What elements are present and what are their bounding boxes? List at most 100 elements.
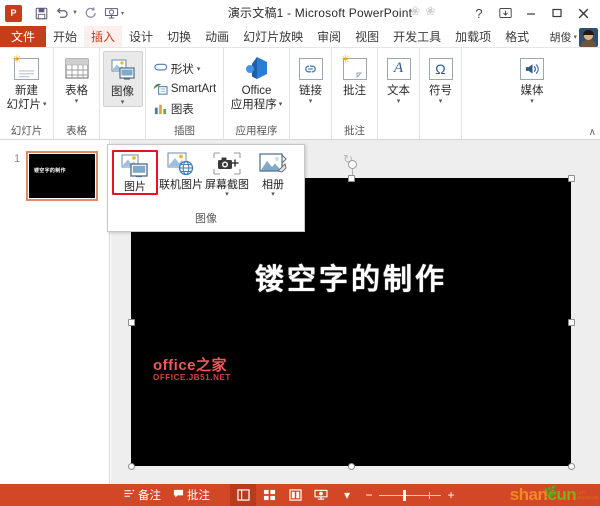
shapes-label: 形状 [170,64,194,76]
slide-thumbnail-1[interactable]: 镂空字的制作 [26,151,98,201]
resize-handle-w[interactable] [127,318,135,326]
tab-addins[interactable]: 加载项 [448,26,498,47]
ribbon-display-options-button[interactable] [492,1,518,25]
tab-design[interactable]: 设计 [122,26,160,47]
shancun-logo: 🌿 shancun 山村 SHANCUN [510,484,598,506]
new-slide-caret-icon[interactable]: ▾ [43,101,47,108]
window-controls: ? [466,0,596,26]
resize-handle-ne[interactable] [567,174,575,182]
resize-handle-sw[interactable] [127,462,135,470]
resize-handle-se[interactable] [567,462,575,470]
ribbon-group-tables: 表格 ▾ 表格 [54,48,100,139]
user-name-label: 胡俊 [549,32,572,44]
images-label: 图像 [111,86,134,98]
resize-handle-s[interactable] [347,462,355,470]
tab-home[interactable]: 开始 [46,26,84,47]
shapes-button[interactable]: 形状 ▾ [151,59,203,79]
ribbon: ☀ 新建 幻灯片 ▾ 幻灯片 表格 ▾ 表格 图像 ▾ 形状 ▾ SmartAr… [0,48,600,140]
screenshot-camera-icon [210,150,244,178]
user-account-area[interactable]: 胡俊 ▾ [549,26,598,48]
tab-view[interactable]: 视图 [348,26,386,47]
resize-handle-e[interactable] [567,318,575,326]
zoom-out-button[interactable]: − [364,488,374,502]
tab-review[interactable]: 审阅 [310,26,348,47]
comment-icon: ☀ [339,53,371,84]
group-label-comments: 批注 [344,125,365,137]
menu-item-picture[interactable]: 图片 [112,150,158,195]
ribbon-group-slides: ☀ 新建 幻灯片 ▾ 幻灯片 [0,48,54,139]
menu-item-online-picture[interactable]: 联机图片 [158,150,204,191]
table-caret-icon[interactable]: ▾ [75,98,79,105]
thumbnail-canvas: 镂空字的制作 [29,154,95,198]
brand-tiny-text: 山村 SHANCUN [577,490,598,500]
photo-album-caret-icon[interactable]: ▾ [271,191,275,198]
rotation-handle[interactable] [348,160,357,169]
zoom-slider[interactable] [379,489,441,501]
tab-animations[interactable]: 动画 [198,26,236,47]
chart-icon [154,104,166,115]
resize-handle-n[interactable] [347,174,355,182]
office-apps-label-1: Office [241,85,272,97]
maximize-button[interactable] [544,1,570,25]
avatar[interactable] [579,27,598,47]
comment-label: 批注 [343,85,366,97]
new-slide-button[interactable]: ☀ 新建 幻灯片 ▾ [1,51,53,111]
comments-button[interactable]: 批注 [167,484,216,506]
more-views-caret-icon[interactable]: ▾ [334,484,360,506]
reading-view-button[interactable] [282,484,308,506]
tab-format[interactable]: 格式 [498,26,536,47]
office-apps-button[interactable]: Office 应用程序 ▾ [226,51,288,111]
menu-item-screenshot-label: 屏幕截图 [205,179,249,191]
shapes-caret-icon[interactable]: ▾ [197,66,201,73]
close-button[interactable] [570,1,596,25]
title-bar: P ▼ ▾ ❀ ❀ 演示文稿1 - Microsoft PowerPoint ? [0,0,600,26]
collapse-ribbon-icon[interactable]: ∧ [589,127,596,138]
text-button[interactable]: A 文本 ▾ [380,51,418,105]
notes-button[interactable]: 备注 [118,484,167,506]
watermark: office之家 OFFICE.JB51.NET [153,358,231,382]
media-caret-icon[interactable]: ▾ [530,98,534,105]
ribbon-group-illustrations: 形状 ▾ SmartArt 图表 插图 [146,48,224,139]
tab-slideshow[interactable]: 幻灯片放映 [236,26,310,47]
table-button[interactable]: 表格 ▾ [56,51,98,105]
omega-icon: Ω [425,53,457,84]
brand-text-a: shan [509,484,548,504]
tab-transitions[interactable]: 切换 [160,26,198,47]
symbol-caret-icon[interactable]: ▾ [439,98,443,105]
smartart-icon [153,83,168,95]
help-button[interactable]: ? [466,1,492,25]
chart-button[interactable]: 图表 [151,99,196,119]
zoom-slider-thumb[interactable] [403,489,406,501]
screenshot-caret-icon[interactable]: ▾ [225,191,229,198]
slideshow-view-button[interactable] [308,484,334,506]
zoom-in-button[interactable]: + [446,488,456,502]
link-caret-icon[interactable]: ▾ [309,98,313,105]
group-label-slides: 幻灯片 [10,125,43,137]
ribbon-group-links: 链接 ▾ [290,48,332,139]
media-button[interactable]: 媒体 ▾ [513,51,551,105]
slide-sorter-view-button[interactable] [256,484,282,506]
normal-view-button[interactable] [230,484,256,506]
smartart-button[interactable]: SmartArt [151,79,218,99]
image-dropdown-menu: 图片 联机图片 屏幕截图 ▾ 相册 ▾ 图像 [107,144,305,232]
menu-item-screenshot[interactable]: 屏幕截图 ▾ [204,150,250,198]
comment-button[interactable]: ☀ 批注 [334,51,376,98]
text-caret-icon[interactable]: ▾ [397,98,401,105]
minimize-button[interactable] [518,1,544,25]
tab-insert[interactable]: 插入 [84,26,123,47]
link-label: 链接 [299,85,322,97]
symbol-button[interactable]: Ω 符号 ▾ [422,51,460,105]
menu-item-picture-label: 图片 [124,181,146,193]
images-button[interactable]: 图像 ▾ [102,51,143,107]
office-apps-caret-icon[interactable]: ▾ [279,101,283,108]
chevron-down-icon[interactable]: ▾ [573,33,577,41]
tab-developer[interactable]: 开发工具 [386,26,448,47]
slide-title-text: 镂空字的制作 [254,264,447,296]
tab-file[interactable]: 文件 [0,26,47,47]
images-caret-icon[interactable]: ▾ [121,99,125,106]
watermark-line-2: OFFICE.JB51.NET [153,373,231,382]
menu-item-photo-album[interactable]: 相册 ▾ [250,150,296,198]
link-button[interactable]: 链接 ▾ [292,51,330,105]
thumbnail-title: 镂空字的制作 [34,168,66,174]
leaf-icon: 🌿 [543,485,558,498]
